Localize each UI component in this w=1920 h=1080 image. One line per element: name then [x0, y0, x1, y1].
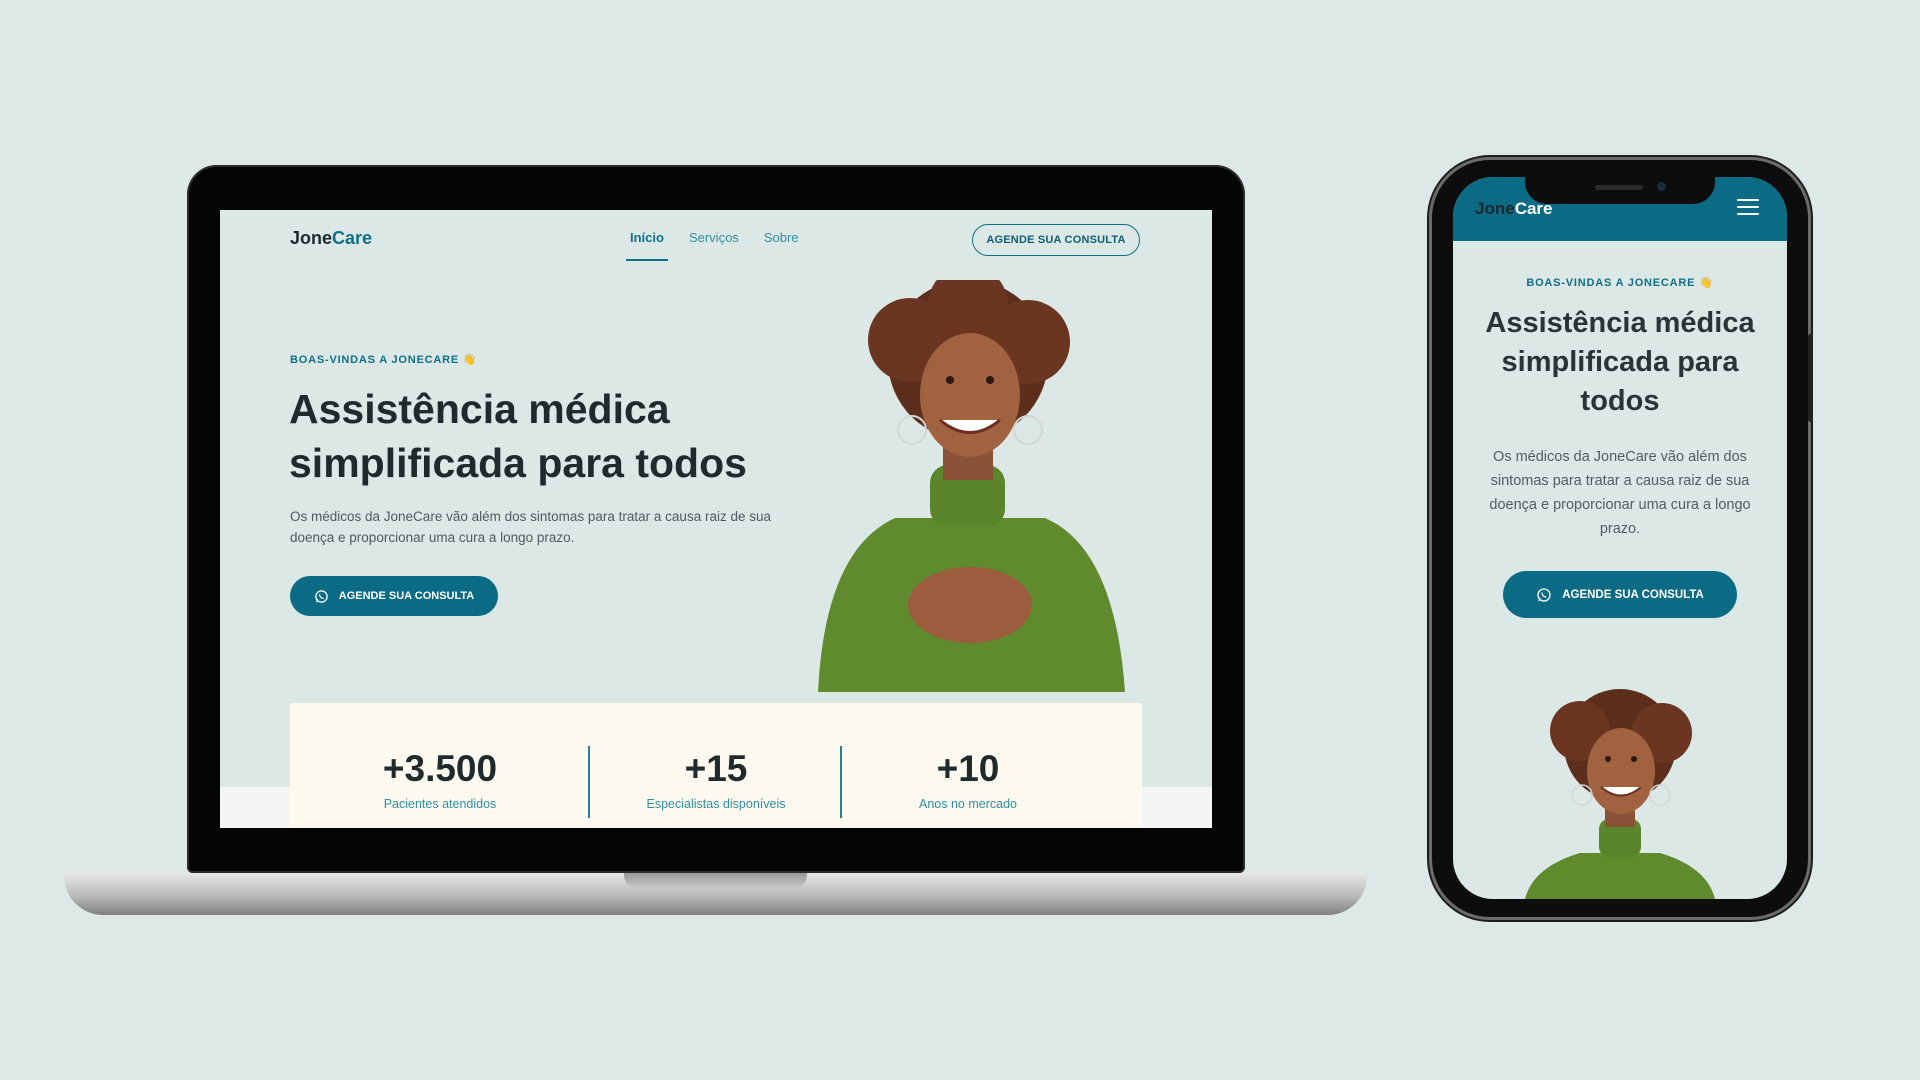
- nav-item-sobre[interactable]: Sobre: [764, 230, 799, 245]
- header-schedule-button[interactable]: AGENDE SUA CONSULTA: [972, 224, 1140, 256]
- hero-eyebrow: BOAS-VINDAS A JONECARE 👋: [290, 354, 478, 366]
- mobile-hero-eyebrow: BOAS-VINDAS A JONECARE 👋: [1526, 277, 1714, 289]
- hero-doctor-photo: [818, 280, 1125, 692]
- mobile-hero-title: Assistência médica simplificada para tod…: [1485, 307, 1755, 417]
- whatsapp-icon: [315, 589, 328, 603]
- phone-notch: [1525, 168, 1715, 204]
- hero-schedule-button[interactable]: AGENDE SUA CONSULTA: [290, 576, 498, 616]
- stat-patients: +3.500 Pacientes atendidos: [290, 746, 590, 818]
- stat-specialists: +15 Especialistas disponíveis: [590, 746, 842, 818]
- nav-item-servicos[interactable]: Serviços: [689, 230, 739, 245]
- hero-description: Os médicos da JoneCare vão além dos sint…: [290, 509, 771, 545]
- desktop-site: JoneCare Início Serviços Sobre AGENDE SU…: [220, 210, 1212, 828]
- mobile-site: JoneCare BOAS-VINDAS A JONECARE 👋 Assist…: [1453, 177, 1787, 899]
- laptop-hinge-notch: [624, 873, 807, 889]
- hamburger-icon[interactable]: [1737, 199, 1759, 217]
- stat-years: +10 Anos no mercado: [919, 748, 1017, 812]
- phone-speaker: [1595, 185, 1643, 190]
- phone-camera: [1657, 182, 1666, 191]
- mobile-schedule-button[interactable]: AGENDE SUA CONSULTA: [1503, 571, 1737, 618]
- phone-side-button: [1808, 334, 1813, 422]
- nav-item-inicio[interactable]: Início: [626, 230, 668, 261]
- hero-title: Assistência médica simplificada para tod…: [289, 386, 747, 486]
- stats-card: +3.500 Pacientes atendidos +15 Especiali…: [290, 703, 1142, 828]
- main-nav: Início Serviços Sobre: [626, 230, 799, 261]
- site-logo[interactable]: JoneCare: [290, 228, 372, 249]
- mobile-hero-doctor-photo: [1525, 689, 1715, 899]
- whatsapp-icon: [1537, 587, 1551, 602]
- mobile-hero-description: Os médicos da JoneCare vão além dos sint…: [1489, 449, 1751, 537]
